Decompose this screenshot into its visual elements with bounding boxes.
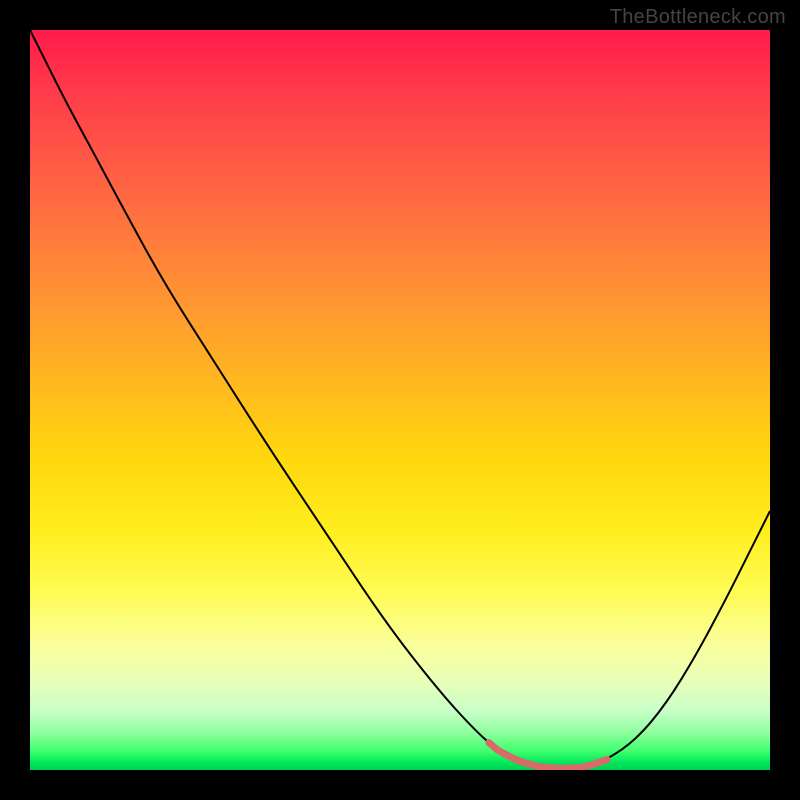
- curve-overlay: [30, 30, 770, 770]
- plot-area: [30, 30, 770, 770]
- bottleneck-curve: [30, 30, 770, 768]
- watermark-text: TheBottleneck.com: [610, 6, 786, 29]
- optimal-range-marker: [489, 743, 607, 769]
